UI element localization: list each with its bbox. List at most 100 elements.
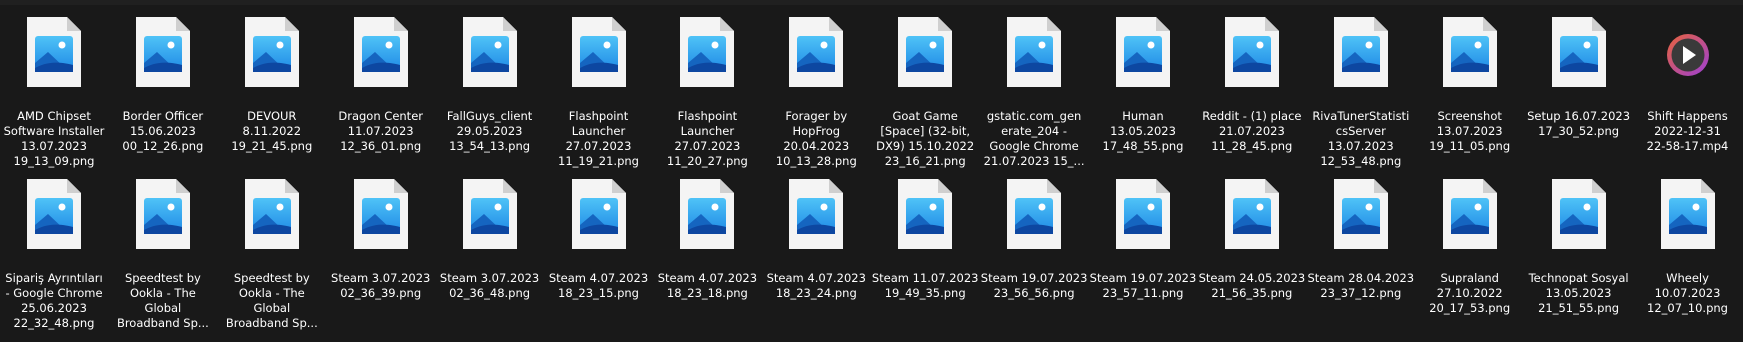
image-file-icon [1224,179,1279,249]
file-item[interactable]: Goat Game [Space] (32-bit, DX9) 15.10.20… [871,16,979,174]
file-name-label: Setup 16.07.2023 17_30_52.png [1527,109,1631,138]
file-item[interactable]: Setup 16.07.2023 17_30_52.png [1525,16,1633,174]
file-thumbnail [0,178,108,258]
file-item[interactable]: Steam 24.05.2023 21_56_35.png [1198,178,1306,336]
image-file-icon [1116,17,1170,87]
file-thumbnail [109,178,217,258]
file-thumbnail [436,178,544,258]
file-name-label: RivaTunerStatisti csServer 13.07.2023 12… [1312,109,1410,168]
file-item[interactable]: Wheely 10.07.2023 12_07_10.png [1634,178,1742,336]
file-item[interactable]: Screenshot 13.07.2023 19_11_05.png [1416,16,1524,174]
file-name-label: Speedtest by Ookla - The Global Broadban… [225,271,318,330]
file-thumbnail [1307,16,1415,96]
file-item[interactable]: Steam 4.07.2023 18_23_24.png [762,178,870,336]
image-file-icon [898,17,953,87]
file-item[interactable]: Steam 4.07.2023 18_23_18.png [653,178,761,336]
file-item[interactable]: Steam 19.07.2023 23_56_56.png [980,178,1088,336]
file-thumbnail [1198,16,1306,96]
file-item[interactable]: DEVOUR 8.11.2022 19_21_45.png [218,16,326,174]
image-file-icon [462,17,517,87]
file-thumbnail [109,16,217,96]
file-item[interactable]: Border Officer 15.06.2023 00_12_26.png [109,16,217,174]
file-thumbnail [1089,178,1197,258]
file-thumbnail [1307,178,1415,258]
file-name-label: FallGuys_client 29.05.2023 13_54_13.png [446,109,533,153]
file-thumbnail [871,16,979,96]
file-thumbnail [1634,16,1742,96]
file-item[interactable]: Speedtest by Ookla - The Global Broadban… [109,178,217,336]
file-thumbnail [218,16,326,96]
file-item[interactable]: Supraland 27.10.2022 20_17_53.png [1416,178,1524,336]
file-name-label: Steam 4.07.2023 18_23_24.png [766,271,866,300]
file-name-label: Border Officer 15.06.2023 00_12_26.png [122,109,204,153]
file-item[interactable]: Technopat Sosyal 13.05.2023 21_51_55.png [1525,178,1633,336]
file-thumbnail [980,178,1088,258]
file-item[interactable]: Steam 4.07.2023 18_23_15.png [545,178,653,336]
file-name-label: Sipariş Ayrıntıları - Google Chrome 25.0… [5,271,103,330]
file-name-label: Technopat Sosyal 13.05.2023 21_51_55.png [1528,271,1629,315]
file-item[interactable]: Sipariş Ayrıntıları - Google Chrome 25.0… [0,178,108,336]
file-item[interactable]: Steam 19.07.2023 23_57_11.png [1089,178,1197,336]
file-name-label: Steam 3.07.2023 02_36_48.png [439,271,540,300]
file-name-label: Forager by HopFrog 20.04.2023 10_13_28.p… [775,109,857,168]
file-item[interactable]: Shift Happens 2022-12-31 22-58-17.mp4 [1634,16,1742,174]
image-file-icon [898,179,953,249]
image-file-icon [1116,179,1170,249]
file-item[interactable]: Flashpoint Launcher 27.07.2023 11_19_21.… [545,16,653,174]
file-item[interactable]: FallGuys_client 29.05.2023 13_54_13.png [436,16,544,174]
image-file-icon [1333,17,1388,87]
file-item[interactable]: Forager by HopFrog 20.04.2023 10_13_28.p… [762,16,870,174]
file-item[interactable]: Flashpoint Launcher 27.07.2023 11_20_27.… [653,16,761,174]
file-item[interactable]: Human 13.05.2023 17_48_55.png [1089,16,1197,174]
file-thumbnail [436,16,544,96]
image-file-icon [571,17,626,87]
file-item[interactable]: AMD Chipset Software Installer 13.07.202… [0,16,108,174]
file-item[interactable]: Steam 11.07.2023 19_49_35.png [871,178,979,336]
file-name-label: Steam 28.04.2023 23_37_12.png [1307,271,1415,300]
image-file-icon [462,179,517,249]
image-file-icon [135,179,190,249]
file-name-label: Wheely 10.07.2023 12_07_10.png [1647,271,1728,315]
file-thumbnail [1198,178,1306,258]
file-name-label: Dragon Center 11.07.2023 12_36_01.png [338,109,423,153]
file-item[interactable]: Steam 3.07.2023 02_36_48.png [436,178,544,336]
file-item[interactable]: gstatic.com_gen erate_204 - Google Chrom… [980,16,1088,174]
file-thumbnail [545,178,653,258]
file-name-label: Steam 19.07.2023 23_57_11.png [1089,271,1197,300]
file-thumbnail [762,16,870,96]
file-thumbnail [218,178,326,258]
file-thumbnail [1634,178,1742,258]
image-file-icon [244,17,299,87]
image-file-icon [680,179,735,249]
image-file-icon [27,179,81,249]
image-file-icon [1224,17,1279,87]
image-file-icon [1442,17,1497,87]
file-item[interactable]: Dragon Center 11.07.2023 12_36_01.png [327,16,435,174]
file-thumbnail [1525,178,1633,258]
file-name-label: DEVOUR 8.11.2022 19_21_45.png [231,109,313,153]
file-thumbnail [327,16,435,96]
file-name-label: Supraland 27.10.2022 20_17_53.png [1429,271,1511,315]
file-thumbnail [1416,178,1524,258]
file-thumbnail [0,16,108,96]
file-name-label: Shift Happens 2022-12-31 22-58-17.mp4 [1646,109,1729,153]
file-item[interactable]: Reddit - (1) place 21.07.2023 11_28_45.p… [1198,16,1306,174]
image-file-icon [353,179,408,249]
image-file-icon [353,17,408,87]
file-name-label: Steam 3.07.2023 02_36_39.png [331,271,431,300]
file-thumbnail [653,178,761,258]
file-thumbnail [980,16,1088,96]
file-thumbnail [327,178,435,258]
file-item[interactable]: Steam 3.07.2023 02_36_39.png [327,178,435,336]
file-thumbnail [1416,16,1524,96]
file-name-label: Steam 4.07.2023 18_23_15.png [548,271,649,300]
file-name-label: Human 13.05.2023 17_48_55.png [1102,109,1184,153]
image-file-icon [1333,179,1388,249]
file-item[interactable]: RivaTunerStatisti csServer 13.07.2023 12… [1307,16,1415,174]
image-file-icon [1007,179,1062,249]
file-name-label: Steam 24.05.2023 21_56_35.png [1198,271,1306,300]
file-item[interactable]: Steam 28.04.2023 23_37_12.png [1307,178,1415,336]
video-file-icon [1666,34,1709,76]
file-name-label: AMD Chipset Software Installer 13.07.202… [3,109,105,168]
file-item[interactable]: Speedtest by Ookla - The Global Broadban… [218,178,326,336]
